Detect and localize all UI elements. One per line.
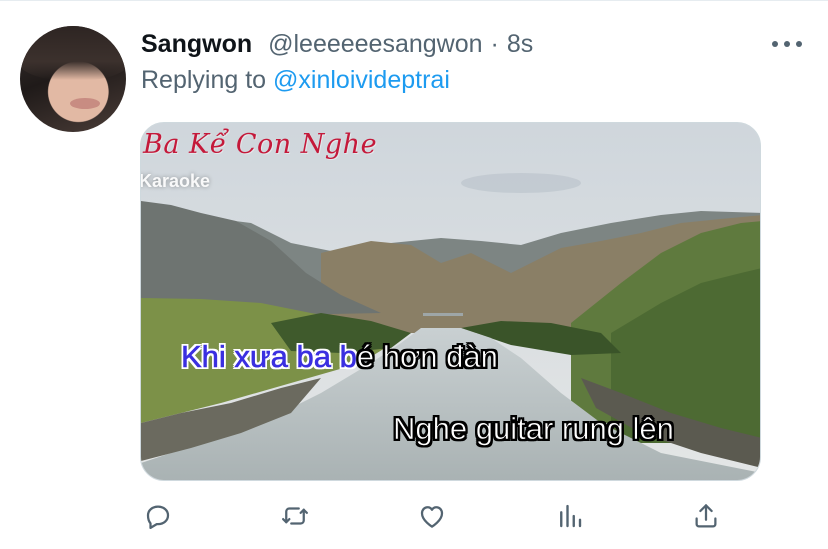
header-separator: ·: [490, 30, 499, 58]
author-name[interactable]: Sangwon: [141, 30, 252, 59]
more-dot: [772, 41, 778, 47]
tweet[interactable]: Sangwon @leeeeeesangwon · 8s Replying to…: [0, 0, 828, 549]
lyric-line-1: Khi xưa ba bé hơn đàn: [181, 339, 498, 375]
lyric-line-2: Nghe guitar rung lên: [393, 411, 675, 447]
more-dot: [784, 41, 790, 47]
reply-mention-link[interactable]: @xinloivideptrai: [273, 66, 450, 94]
views-icon[interactable]: [550, 496, 590, 536]
reply-icon[interactable]: [138, 496, 178, 536]
tweet-timestamp[interactable]: 8s: [507, 30, 533, 59]
more-dot: [796, 41, 802, 47]
avatar-lips: [70, 98, 100, 109]
share-icon[interactable]: [686, 496, 726, 536]
author-handle[interactable]: @leeeeeesangwon: [268, 30, 482, 59]
avatar[interactable]: [20, 26, 126, 132]
reply-prefix: Replying to: [141, 66, 267, 94]
like-icon[interactable]: [412, 496, 452, 536]
lyric-line-1-sung: Khi xưa ba b: [181, 339, 357, 375]
karaoke-subtitle: Karaoke: [140, 171, 211, 191]
tweet-header: Sangwon @leeeeeesangwon · 8s: [141, 30, 533, 60]
action-bar: [0, 496, 828, 536]
video-thumbnail[interactable]: Ba Kể Con Nghe Karaoke Khi xưa ba bé hơn…: [140, 122, 761, 481]
replying-to: Replying to @xinloivideptrai: [141, 66, 450, 95]
avatar-hair: [20, 26, 126, 80]
karaoke-title: Ba Kể Con Nghe: [143, 129, 378, 160]
lyric-line-1-rest: é hơn đàn: [356, 339, 499, 375]
more-options-icon[interactable]: [772, 32, 802, 56]
retweet-icon[interactable]: [275, 496, 315, 536]
